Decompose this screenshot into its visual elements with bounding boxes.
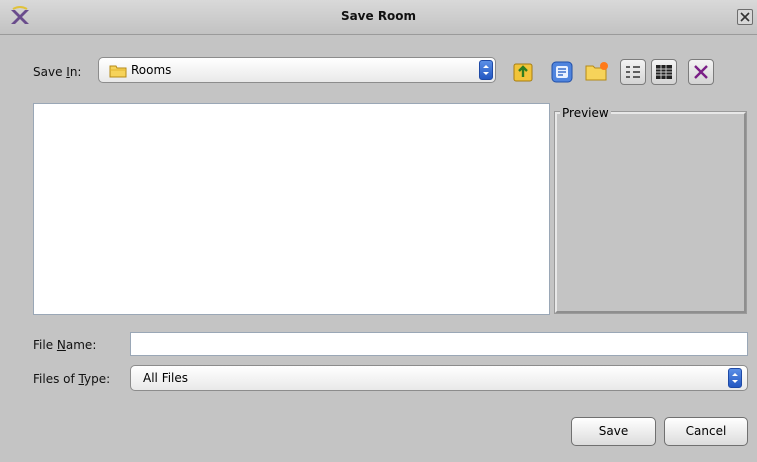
preview-panel xyxy=(554,111,747,314)
save-in-label: Save In: xyxy=(33,65,82,79)
chevron-up-down-icon xyxy=(732,373,738,383)
delete-icon xyxy=(694,65,708,79)
details-view-icon xyxy=(656,65,672,79)
home-button[interactable] xyxy=(549,59,575,85)
save-button[interactable]: Save xyxy=(571,417,656,446)
file-type-spinner[interactable] xyxy=(728,368,742,388)
save-in-combo[interactable]: Rooms xyxy=(98,57,496,83)
cancel-button[interactable]: Cancel xyxy=(664,417,748,446)
delete-button[interactable] xyxy=(688,59,714,85)
save-room-dialog: Save Room Save In: Rooms Preview File Na… xyxy=(0,0,757,462)
close-button[interactable] xyxy=(737,9,753,25)
close-icon xyxy=(740,12,750,22)
title-bar[interactable]: Save Room xyxy=(0,0,757,35)
list-view-icon xyxy=(626,66,640,78)
preview-label: Preview xyxy=(560,106,611,120)
dialog-title: Save Room xyxy=(340,9,417,23)
chevron-up-down-icon xyxy=(483,65,489,75)
up-one-level-icon xyxy=(513,63,533,82)
file-name-label: File Name: xyxy=(33,338,97,352)
file-type-value: All Files xyxy=(143,371,189,385)
file-type-label: Files of Type: xyxy=(33,372,111,386)
up-one-level-button[interactable] xyxy=(511,59,537,85)
save-in-spinner[interactable] xyxy=(479,60,493,80)
list-view-button[interactable] xyxy=(620,59,646,85)
file-type-combo[interactable]: All Files xyxy=(130,365,748,391)
save-in-value: Rooms xyxy=(131,63,172,77)
file-list[interactable] xyxy=(33,103,550,315)
new-folder-icon xyxy=(585,62,608,81)
file-name-input[interactable] xyxy=(130,332,748,356)
home-icon xyxy=(551,61,573,83)
new-folder-button[interactable] xyxy=(584,59,610,85)
details-view-button[interactable] xyxy=(651,59,677,85)
folder-icon xyxy=(109,65,127,78)
